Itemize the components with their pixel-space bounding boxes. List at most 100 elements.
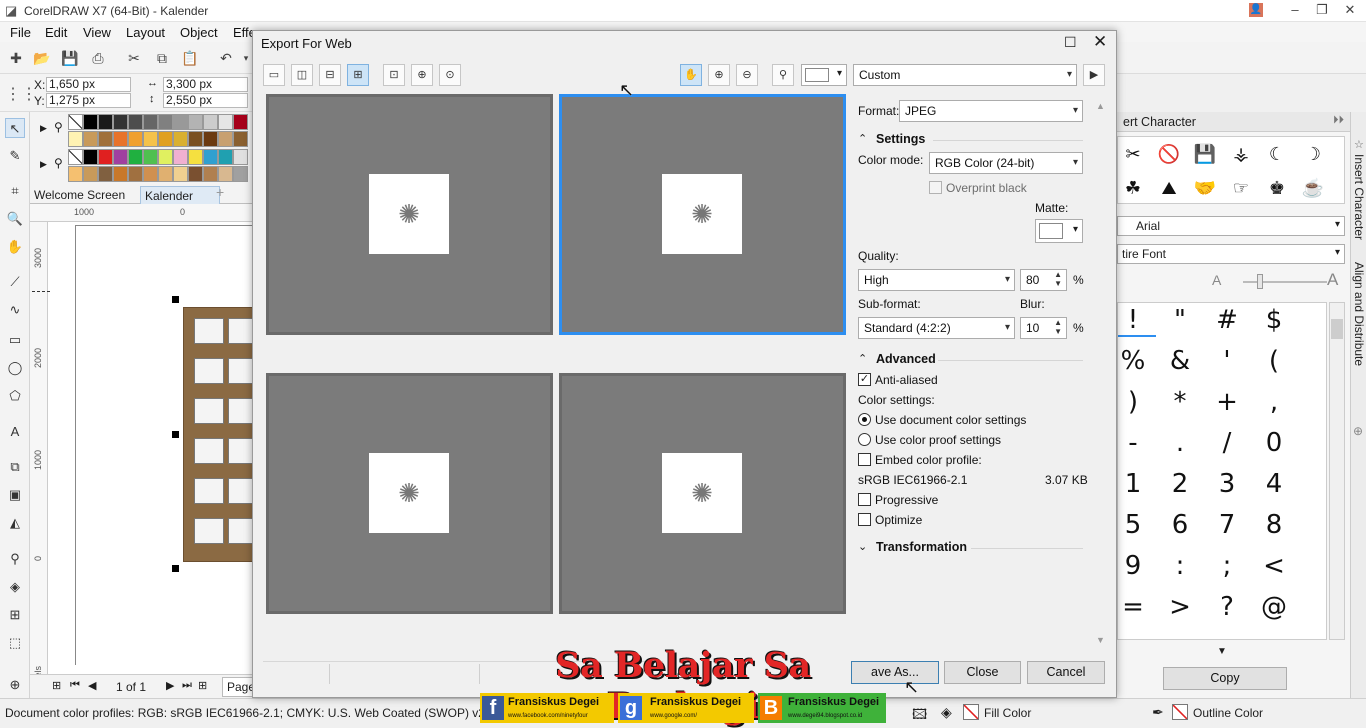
menu-layout[interactable]: Layout — [126, 25, 165, 40]
color-swatch[interactable] — [233, 166, 248, 182]
color-swatch[interactable] — [128, 131, 143, 147]
color-swatch[interactable] — [143, 166, 158, 182]
selection-handle[interactable] — [172, 296, 179, 303]
symbol-icon[interactable]: ☞ — [1226, 173, 1256, 203]
print-icon[interactable]: ⎙ — [87, 47, 109, 69]
palette-eyedropper-icon[interactable]: ⚲ — [54, 120, 63, 134]
drop-shadow-tool-icon[interactable]: ▣ — [5, 485, 25, 505]
character-glyph[interactable]: + — [1204, 387, 1250, 417]
collapse-advanced-icon[interactable]: ⌃ — [858, 352, 867, 365]
color-swatch[interactable] — [98, 149, 113, 165]
eyedropper-tool-icon[interactable]: ⚲ — [5, 549, 25, 569]
zoom-tool-icon[interactable]: 🔍 — [5, 209, 25, 229]
character-glyph[interactable]: ' — [1204, 346, 1250, 376]
color-swatch[interactable] — [83, 131, 98, 147]
tab-align-and-distribute[interactable]: Align and Distribute — [1352, 262, 1366, 366]
expand-panel-icon[interactable]: ▼ — [1217, 646, 1227, 657]
color-swatch[interactable] — [98, 131, 113, 147]
next-page-icon[interactable]: ▶ — [166, 679, 174, 692]
pick-tool-icon[interactable]: ↖ — [5, 118, 25, 138]
fill-color-swatch[interactable] — [963, 704, 979, 720]
first-page-icon[interactable]: ⏮ — [70, 679, 80, 692]
glyph-size-slider[interactable] — [1243, 281, 1327, 283]
palette-expand-icon[interactable]: ▶ — [40, 159, 47, 170]
character-subset-select[interactable]: tire Font ▾ — [1117, 244, 1345, 264]
freehand-tool-icon[interactable]: ⟋ — [5, 272, 25, 292]
font-select[interactable]: Arial ▾ — [1117, 216, 1345, 236]
color-profile-status[interactable]: Document color profiles: RGB: sRGB IEC61… — [5, 706, 512, 720]
color-swatch[interactable] — [233, 131, 248, 147]
symbol-icon[interactable]: ☽ — [1298, 139, 1328, 169]
color-swatch[interactable] — [173, 114, 188, 130]
character-grid-scrollbar[interactable] — [1329, 302, 1345, 640]
fit-to-window-icon[interactable]: ⊡ — [383, 64, 405, 86]
character-glyph[interactable]: $ — [1251, 305, 1297, 335]
transparency-tool-icon[interactable]: ◭ — [5, 513, 25, 533]
progressive-checkbox[interactable] — [858, 493, 871, 506]
parallel-dimension-tool-icon[interactable]: ⧉ — [5, 457, 25, 477]
tab-welcome-screen[interactable]: Welcome Screen — [30, 186, 129, 204]
single-view-icon[interactable]: ▭ — [263, 64, 285, 86]
color-swatch[interactable] — [203, 149, 218, 165]
character-glyph[interactable]: " — [1157, 305, 1203, 335]
character-glyph[interactable]: # — [1204, 305, 1250, 335]
scroll-up-icon[interactable]: ▲ — [1096, 101, 1105, 111]
character-glyph[interactable]: / — [1204, 428, 1250, 458]
color-swatch[interactable] — [158, 166, 173, 182]
color-swatch[interactable] — [218, 131, 233, 147]
character-glyph[interactable]: ; — [1204, 551, 1250, 581]
selection-handle[interactable] — [172, 431, 179, 438]
eyedropper-icon[interactable]: ⚲ — [772, 64, 794, 86]
rectangle-tool-icon[interactable]: ▭ — [5, 330, 25, 350]
y-position-input[interactable]: 1,275 px — [46, 93, 131, 108]
color-swatch[interactable] — [218, 166, 233, 182]
expand-transformation-icon[interactable]: ⌄ — [858, 540, 867, 553]
crop-tool-icon[interactable]: ⌗ — [5, 181, 25, 201]
color-swatch[interactable] — [143, 149, 158, 165]
no-color-swatch[interactable] — [68, 149, 83, 165]
height-input[interactable]: 2,550 px — [163, 93, 248, 108]
preset-menu-icon[interactable]: ▶ — [1083, 64, 1105, 86]
color-swatch[interactable] — [128, 166, 143, 182]
color-swatch[interactable] — [188, 149, 203, 165]
preview-pane-selected[interactable]: ✺ — [559, 94, 846, 335]
scroll-down-icon[interactable]: ▼ — [1096, 635, 1105, 645]
paste-icon[interactable]: 📋 — [179, 47, 201, 69]
calendar-object[interactable] — [183, 307, 258, 562]
character-glyph[interactable]: . — [1157, 428, 1203, 458]
quality-number-input[interactable]: 80 ▲ ▼ — [1020, 269, 1067, 291]
symbol-icon[interactable]: 💾 — [1190, 139, 1220, 169]
add-page-icon[interactable]: ⊞ — [52, 679, 61, 692]
color-swatch[interactable] — [68, 131, 83, 147]
menu-view[interactable]: View — [83, 25, 111, 40]
quality-select[interactable]: High ▾ — [858, 269, 1015, 291]
selection-handle[interactable] — [172, 565, 179, 572]
color-swatch[interactable] — [158, 114, 173, 130]
mesh-fill-tool-icon[interactable]: ⊞ — [5, 605, 25, 625]
copy-button[interactable]: Copy — [1163, 667, 1287, 690]
embed-color-profile-checkbox[interactable] — [858, 453, 871, 466]
character-glyph[interactable]: < — [1251, 551, 1297, 581]
character-glyph[interactable]: * — [1157, 387, 1203, 417]
scrollbar-thumb[interactable] — [1331, 319, 1343, 339]
advanced-header[interactable]: Advanced — [876, 352, 936, 366]
last-page-icon[interactable]: ⏭ — [182, 679, 192, 692]
tab-kalender[interactable]: Kalender — [140, 186, 220, 204]
character-glyph[interactable]: 0 — [1251, 428, 1297, 458]
color-swatch[interactable] — [113, 131, 128, 147]
color-swatch[interactable] — [128, 149, 143, 165]
preview-pane[interactable]: ✺ — [559, 373, 846, 614]
color-swatch[interactable] — [83, 149, 98, 165]
character-glyph[interactable]: 7 — [1204, 510, 1250, 540]
color-swatch[interactable] — [188, 131, 203, 147]
character-glyph[interactable]: 1 — [1118, 469, 1156, 499]
document-settings-icon[interactable]: 🖾 — [912, 704, 927, 728]
symbol-icon[interactable]: ☾ — [1262, 139, 1292, 169]
symbol-icon[interactable]: ♚ — [1262, 173, 1292, 203]
character-glyph[interactable]: 4 — [1251, 469, 1297, 499]
maximize-dialog-button[interactable]: ☐ — [1064, 34, 1077, 51]
color-swatch[interactable] — [218, 149, 233, 165]
character-glyph[interactable]: ( — [1251, 346, 1297, 376]
character-glyph[interactable]: & — [1157, 346, 1203, 376]
interactive-fill-tool-icon[interactable]: ◈ — [5, 577, 25, 597]
